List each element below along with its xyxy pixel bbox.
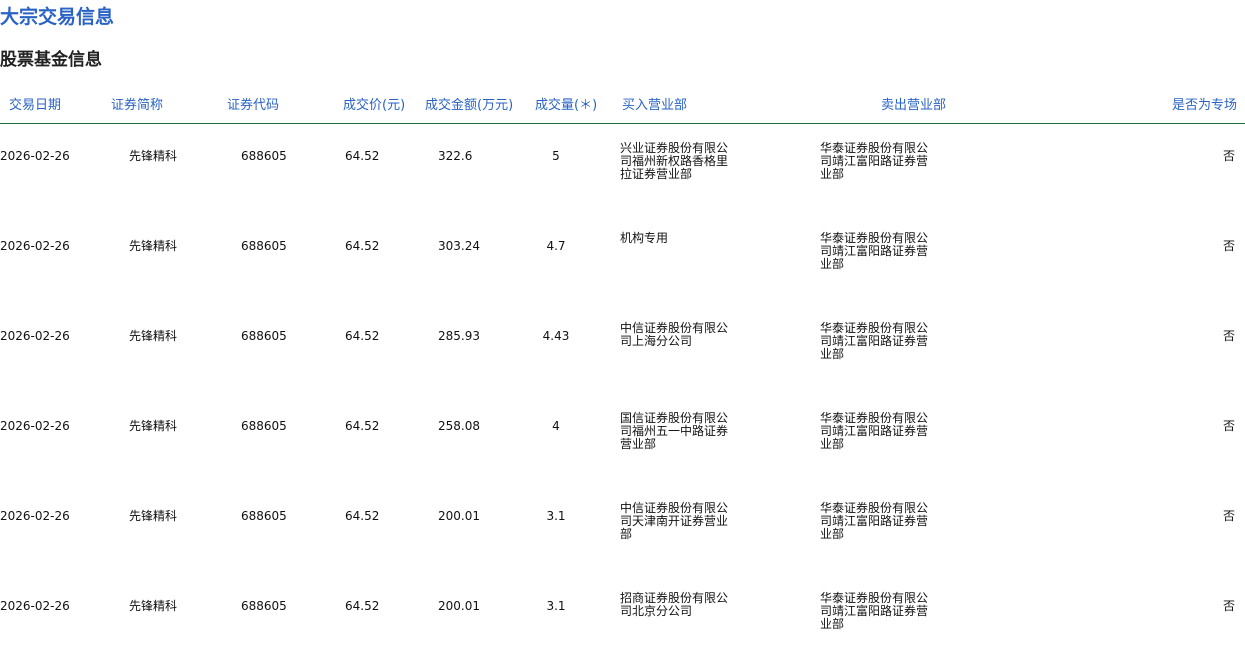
table-row: 2026-02-26 先锋精科 688605 64.52 285.93 4.43…: [0, 298, 1245, 388]
special-flag-cell: 否: [1222, 509, 1235, 523]
amount-cell: 322.6: [438, 149, 473, 163]
column-header-seller[interactable]: 卖出营业部: [881, 97, 946, 115]
trade-date-cell: 2026-02-26: [0, 419, 70, 433]
security-code-cell: 688605: [241, 419, 287, 433]
security-code-cell: 688605: [241, 329, 287, 343]
security-name-cell: 先锋精科: [129, 509, 178, 523]
amount-cell: 285.93: [438, 329, 480, 343]
table-row: 2026-02-26 先锋精科 688605 64.52 258.08 4 国信…: [0, 388, 1245, 478]
security-code-cell: 688605: [241, 509, 287, 523]
amount-cell: 258.08: [438, 419, 480, 433]
special-flag-cell: 否: [1222, 599, 1235, 613]
column-header-security-name[interactable]: 证券简称: [111, 97, 163, 115]
column-header-buyer[interactable]: 买入营业部: [622, 97, 687, 115]
buyer-cell: 招商证券股份有限公司北京分公司: [620, 591, 729, 618]
section-title: 股票基金信息: [0, 50, 102, 70]
amount-cell: 200.01: [438, 509, 480, 523]
security-code-cell: 688605: [241, 599, 287, 613]
seller-cell: 华泰证券股份有限公司靖江富阳路证券营业部: [820, 591, 929, 631]
security-name-cell: 先锋精科: [129, 419, 178, 433]
column-header-amount[interactable]: 成交金额(万元): [425, 97, 513, 115]
trade-date-cell: 2026-02-26: [0, 599, 70, 613]
price-cell: 64.52: [345, 509, 380, 523]
price-cell: 64.52: [345, 419, 380, 433]
special-flag-cell: 否: [1222, 149, 1235, 163]
column-header-volume[interactable]: 成交量(＊): [535, 97, 597, 115]
trade-date-cell: 2026-02-26: [0, 239, 70, 253]
security-code-cell: 688605: [241, 239, 287, 253]
seller-cell: 华泰证券股份有限公司靖江富阳路证券营业部: [820, 321, 929, 361]
security-name-cell: 先锋精科: [129, 329, 178, 343]
column-header-trade-date[interactable]: 交易日期: [9, 97, 61, 115]
amount-cell: 200.01: [438, 599, 480, 613]
column-header-special[interactable]: 是否为专场: [1172, 97, 1237, 115]
price-cell: 64.52: [345, 239, 380, 253]
amount-cell: 303.24: [438, 239, 480, 253]
table-row: 2026-02-26 先锋精科 688605 64.52 200.01 3.1 …: [0, 478, 1245, 568]
buyer-cell: 国信证券股份有限公司福州五一中路证券营业部: [620, 411, 729, 451]
special-flag-cell: 否: [1222, 329, 1235, 343]
trade-date-cell: 2026-02-26: [0, 329, 70, 343]
trade-date-cell: 2026-02-26: [0, 149, 70, 163]
seller-cell: 华泰证券股份有限公司靖江富阳路证券营业部: [820, 411, 929, 451]
table-row: 2026-02-26 先锋精科 688605 64.52 303.24 4.7 …: [0, 208, 1245, 298]
volume-cell: 4.7: [546, 239, 566, 253]
volume-cell: 4.43: [542, 329, 570, 343]
buyer-cell: 兴业证券股份有限公司福州新权路香格里拉证券营业部: [620, 141, 729, 181]
trade-date-cell: 2026-02-26: [0, 509, 70, 523]
column-header-security-code[interactable]: 证券代码: [227, 97, 279, 115]
volume-cell: 3.1: [546, 599, 566, 613]
seller-cell: 华泰证券股份有限公司靖江富阳路证券营业部: [820, 141, 929, 181]
security-name-cell: 先锋精科: [129, 149, 178, 163]
volume-cell: 3.1: [546, 509, 566, 523]
buyer-cell: 机构专用: [620, 231, 669, 245]
price-cell: 64.52: [345, 599, 380, 613]
price-cell: 64.52: [345, 329, 380, 343]
table-row: 2026-02-26 先锋精科 688605 64.52 322.6 5 兴业证…: [0, 118, 1245, 208]
page-title: 大宗交易信息: [0, 6, 115, 28]
table-row: 2026-02-26 先锋精科 688605 64.52 200.01 3.1 …: [0, 568, 1245, 658]
security-name-cell: 先锋精科: [129, 239, 178, 253]
seller-cell: 华泰证券股份有限公司靖江富阳路证券营业部: [820, 231, 929, 271]
buyer-cell: 中信证券股份有限公司天津南开证券营业部: [620, 501, 729, 541]
price-cell: 64.52: [345, 149, 380, 163]
seller-cell: 华泰证券股份有限公司靖江富阳路证券营业部: [820, 501, 929, 541]
special-flag-cell: 否: [1222, 239, 1235, 253]
security-name-cell: 先锋精科: [129, 599, 178, 613]
volume-cell: 5: [552, 149, 560, 163]
security-code-cell: 688605: [241, 149, 287, 163]
special-flag-cell: 否: [1222, 419, 1235, 433]
volume-cell: 4: [552, 419, 560, 433]
column-header-price[interactable]: 成交价(元): [343, 97, 405, 115]
buyer-cell: 中信证券股份有限公司上海分公司: [620, 321, 729, 348]
